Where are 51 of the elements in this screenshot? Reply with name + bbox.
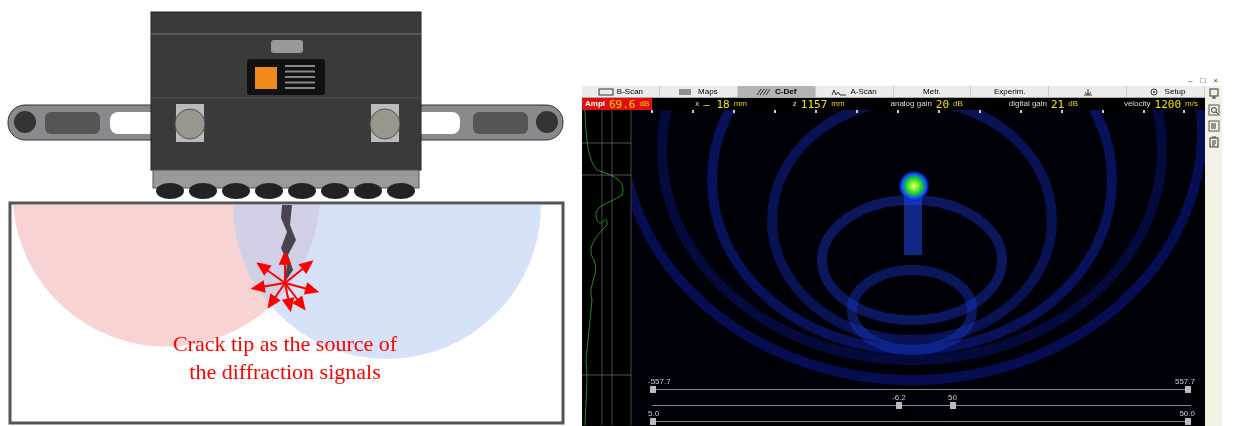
reading-label: x [695, 99, 700, 109]
slider-thumb[interactable] [950, 402, 956, 409]
slider-max-value: 50.0 [1179, 410, 1195, 418]
unit-label: dB [1068, 99, 1079, 109]
tab[interactable]: A-Scan [815, 86, 894, 97]
unit-label: m/s [1185, 99, 1198, 109]
unit-label: dB [639, 99, 650, 109]
diffraction-arrows-drawing [250, 250, 320, 313]
tab[interactable] [1049, 86, 1128, 97]
reading-value: 1200 [1154, 98, 1182, 110]
reading-label: digital gain [1008, 99, 1047, 109]
slider-thumb[interactable] [1185, 418, 1191, 425]
waveform-icon [831, 87, 848, 96]
slider-max-value: 50 [948, 394, 957, 402]
slider-thumb[interactable] [896, 402, 902, 409]
reading-value: 69.6 [609, 98, 636, 110]
reading-value: 20 [935, 98, 950, 110]
tab[interactable]: C-Def [737, 86, 816, 97]
caption-text: the diffraction signals [188, 358, 382, 386]
tab[interactable]: B-Scan [582, 86, 660, 97]
caption-text: Crack tip as the source of [171, 330, 399, 358]
reading-label: velocity [1123, 99, 1151, 109]
close-button[interactable]: × [1213, 76, 1218, 86]
tab[interactable]: Setup [1127, 86, 1205, 97]
clipboard-icon[interactable] [1207, 136, 1220, 148]
unit-label: dB [953, 99, 963, 109]
slider-min-value: -557.7 [648, 378, 671, 386]
tab[interactable]: Metr. [893, 86, 972, 97]
maximize-button[interactable]: □ [1200, 76, 1206, 86]
reading-label: z [792, 99, 797, 109]
reading-label: analog gain [890, 99, 932, 109]
slider-thumb[interactable] [650, 418, 656, 425]
unit-label: mm [831, 99, 845, 109]
tab[interactable]: Experim. [971, 86, 1050, 97]
minimize-button[interactable]: – [1188, 76, 1193, 86]
list-icon[interactable] [1207, 120, 1220, 132]
reading-value: 1157 [800, 98, 828, 110]
slider-thumb[interactable] [650, 386, 656, 393]
unit-label: mm [733, 99, 747, 109]
tab[interactable]: Maps [659, 86, 738, 97]
search-icon[interactable] [1207, 104, 1220, 116]
slider-min-value: -6.2 [892, 394, 906, 402]
rectangle-icon [597, 87, 614, 96]
reading-label: Ampl [585, 99, 605, 109]
reading-value: 21 [1051, 98, 1065, 110]
reading-value: – 18 [703, 98, 730, 110]
hatch-icon [756, 87, 772, 96]
slider-max-value: 557.7 [1174, 378, 1195, 386]
monitor-icon[interactable] [1207, 88, 1220, 100]
slider-min-value: 5.0 [648, 410, 660, 418]
slider-thumb[interactable] [1185, 386, 1191, 393]
